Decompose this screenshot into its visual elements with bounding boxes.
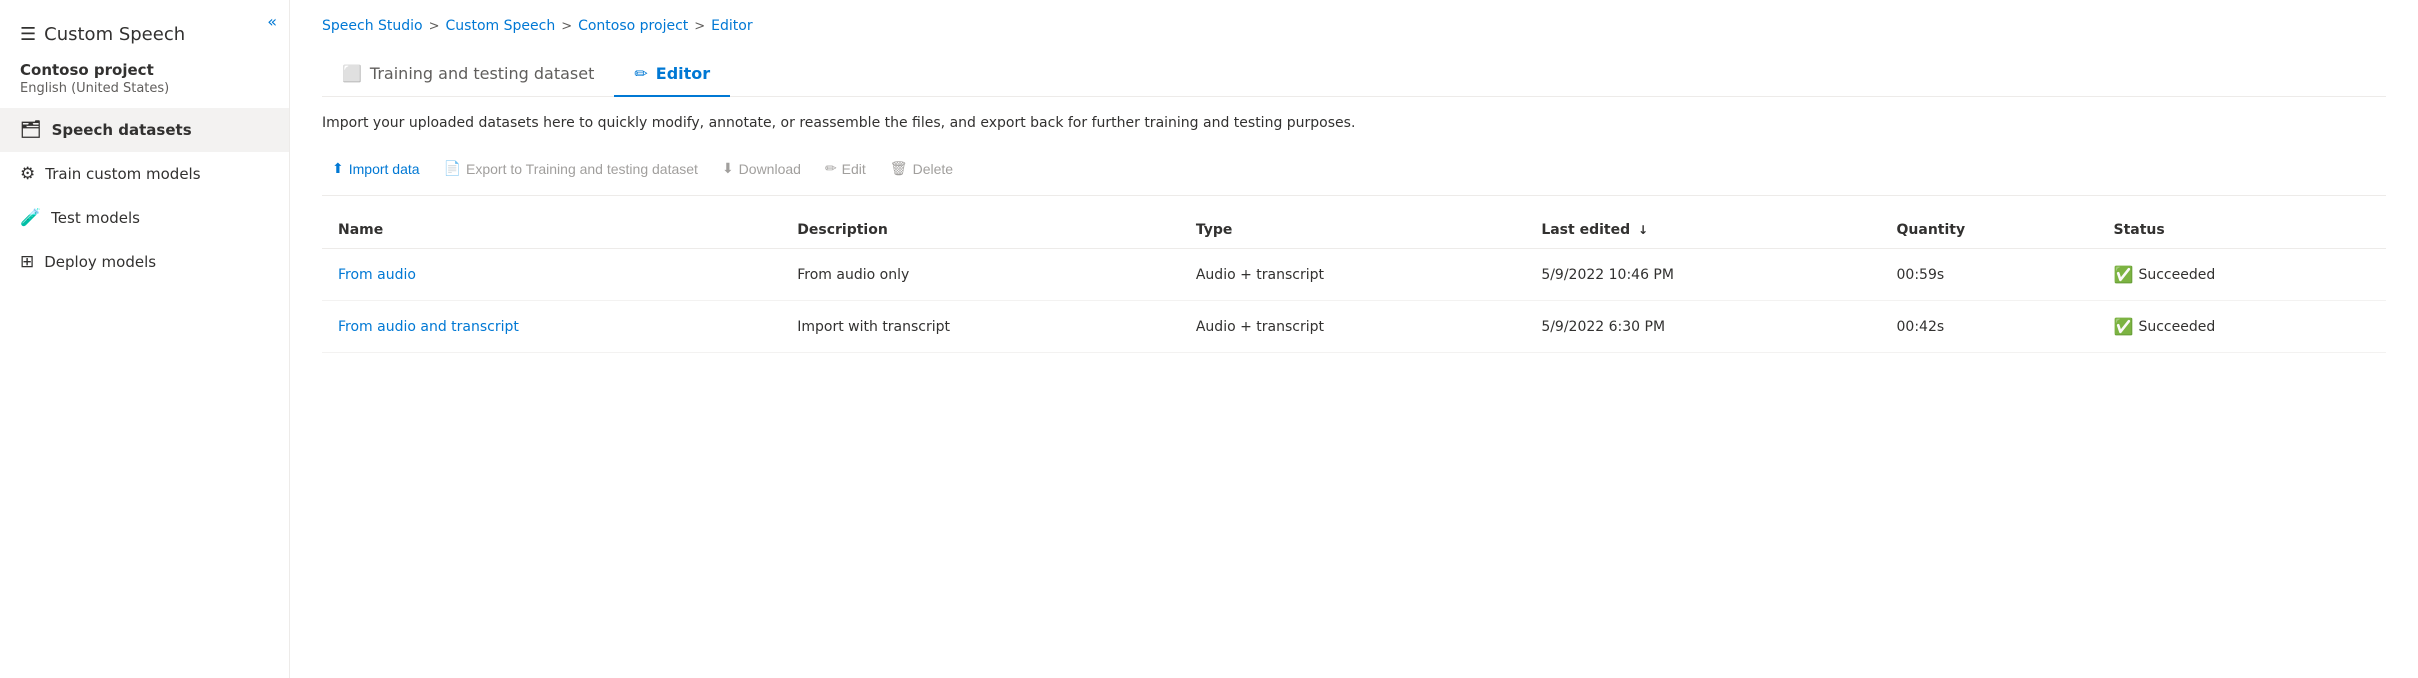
success-icon: ✅	[2114, 265, 2134, 284]
col-header-name: Name	[322, 212, 781, 249]
table-header-row: Name Description Type Last edited ↓ Quan…	[322, 212, 2386, 249]
cell-type: Audio + transcript	[1180, 301, 1525, 353]
cell-quantity: 00:42s	[1881, 301, 2098, 353]
export-button[interactable]: 📄 Export to Training and testing dataset	[434, 154, 708, 183]
data-table: Name Description Type Last edited ↓ Quan…	[322, 212, 2386, 353]
export-label: Export to Training and testing dataset	[466, 161, 698, 177]
download-button[interactable]: ⬇ Download	[712, 154, 811, 183]
status-label: Succeeded	[2138, 319, 2215, 335]
delete-icon: 🗑	[890, 160, 908, 177]
breadcrumb-editor[interactable]: Editor	[711, 18, 752, 34]
sidebar-project-lang: English (United States)	[0, 81, 289, 108]
cell-type: Audio + transcript	[1180, 249, 1525, 301]
cell-name: From audio and transcript	[322, 301, 781, 353]
sidebar-item-label: Speech datasets	[52, 121, 192, 139]
cell-quantity: 00:59s	[1881, 249, 2098, 301]
delete-label: Delete	[913, 161, 953, 177]
tab-editor[interactable]: ✏ Editor	[614, 54, 730, 97]
table-row: From audio and transcript Import with tr…	[322, 301, 2386, 353]
table-row: From audio From audio only Audio + trans…	[322, 249, 2386, 301]
deploy-models-icon: ⊞	[20, 252, 34, 272]
export-icon: 📄	[444, 160, 461, 177]
cell-name: From audio	[322, 249, 781, 301]
row-name-link[interactable]: From audio and transcript	[338, 319, 519, 335]
delete-button[interactable]: 🗑 Delete	[880, 154, 963, 183]
sidebar-item-deploy-models[interactable]: ⊞ Deploy models	[0, 240, 289, 284]
sidebar-item-test-models[interactable]: 🧪 Test models	[0, 196, 289, 240]
sidebar-app-name: Custom Speech	[44, 24, 185, 45]
status-succeeded: ✅ Succeeded	[2114, 265, 2370, 284]
sidebar-item-label: Train custom models	[45, 165, 200, 183]
download-icon: ⬇	[722, 160, 734, 177]
breadcrumb-sep-3: >	[694, 19, 705, 34]
main-content: Speech Studio > Custom Speech > Contoso …	[290, 0, 2418, 678]
breadcrumb: Speech Studio > Custom Speech > Contoso …	[322, 0, 2386, 54]
cell-status: ✅ Succeeded	[2098, 301, 2386, 353]
breadcrumb-contoso-project[interactable]: Contoso project	[578, 18, 688, 34]
row-name-link[interactable]: From audio	[338, 267, 416, 283]
import-data-button[interactable]: ⬆ Import data	[322, 154, 430, 183]
editor-tab-icon: ✏	[634, 64, 647, 83]
cell-description: From audio only	[781, 249, 1180, 301]
col-header-last-edited[interactable]: Last edited ↓	[1525, 212, 1880, 249]
col-header-description: Description	[781, 212, 1180, 249]
cell-description: Import with transcript	[781, 301, 1180, 353]
sidebar: « ☰ Custom Speech Contoso project Englis…	[0, 0, 290, 678]
tab-label: Training and testing dataset	[370, 64, 594, 83]
cell-status: ✅ Succeeded	[2098, 249, 2386, 301]
menu-icon: ☰	[20, 24, 36, 45]
collapse-icon[interactable]: «	[267, 12, 277, 31]
sidebar-item-label: Test models	[51, 209, 140, 227]
status-succeeded: ✅ Succeeded	[2114, 317, 2370, 336]
status-label: Succeeded	[2138, 267, 2215, 283]
download-label: Download	[739, 161, 801, 177]
sidebar-item-speech-datasets[interactable]: 🗂 Speech datasets	[0, 108, 289, 152]
col-header-quantity: Quantity	[1881, 212, 2098, 249]
train-models-icon: ⚙	[20, 164, 35, 184]
success-icon: ✅	[2114, 317, 2134, 336]
breadcrumb-custom-speech[interactable]: Custom Speech	[446, 18, 556, 34]
breadcrumb-sep-2: >	[561, 19, 572, 34]
cell-last-edited: 5/9/2022 10:46 PM	[1525, 249, 1880, 301]
dataset-tab-icon: ⬜	[342, 64, 362, 83]
col-header-type: Type	[1180, 212, 1525, 249]
breadcrumb-sep-1: >	[429, 19, 440, 34]
edit-icon: ✏	[825, 160, 837, 177]
import-data-label: Import data	[349, 161, 420, 177]
breadcrumb-speech-studio[interactable]: Speech Studio	[322, 18, 423, 34]
sidebar-title: ☰ Custom Speech	[0, 12, 289, 61]
edit-button[interactable]: ✏ Edit	[815, 154, 876, 183]
tabs-row: ⬜ Training and testing dataset ✏ Editor	[322, 54, 2386, 97]
sidebar-item-label: Deploy models	[44, 253, 156, 271]
import-icon: ⬆	[332, 160, 344, 177]
speech-datasets-icon: 🗂	[20, 120, 42, 140]
edit-label: Edit	[842, 161, 866, 177]
sidebar-project-name: Contoso project	[0, 61, 289, 81]
col-header-status: Status	[2098, 212, 2386, 249]
tab-training-testing-dataset[interactable]: ⬜ Training and testing dataset	[322, 54, 614, 97]
test-models-icon: 🧪	[20, 208, 41, 228]
toolbar: ⬆ Import data 📄 Export to Training and t…	[322, 154, 2386, 196]
sort-icon: ↓	[1638, 223, 1648, 237]
sidebar-item-train-custom-models[interactable]: ⚙ Train custom models	[0, 152, 289, 196]
description-text: Import your uploaded datasets here to qu…	[322, 113, 2386, 134]
cell-last-edited: 5/9/2022 6:30 PM	[1525, 301, 1880, 353]
tab-label: Editor	[656, 64, 710, 83]
